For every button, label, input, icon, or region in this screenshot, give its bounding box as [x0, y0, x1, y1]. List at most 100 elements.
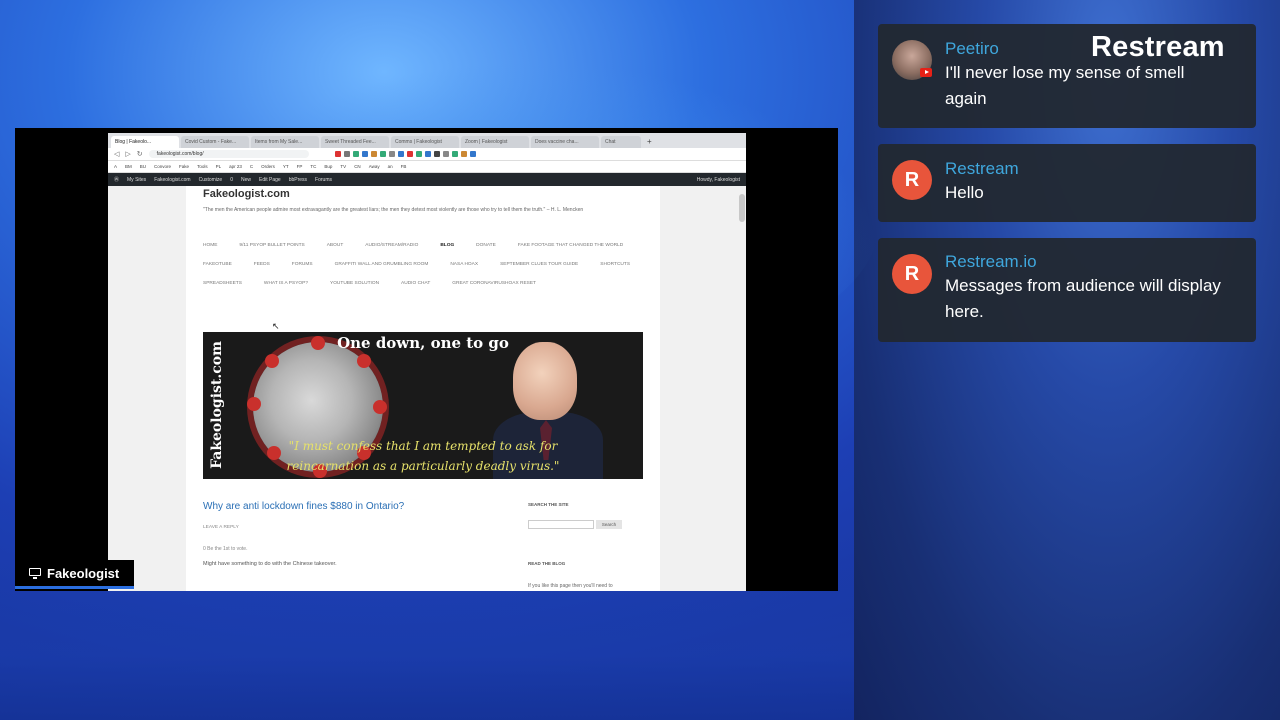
menu-item[interactable]: GREAT CORONAVIRUSHOAX RESET [452, 281, 536, 286]
extension-icon[interactable] [469, 151, 476, 157]
extension-icon[interactable] [433, 151, 440, 157]
extension-icon[interactable] [352, 151, 359, 157]
post-title-link[interactable]: Why are anti lockdown fines $880 in Onta… [203, 501, 404, 512]
browser-tab[interactable]: Items from My Sale... [251, 136, 319, 148]
browser-tab[interactable]: Comms | Fakeologist [391, 136, 459, 148]
wp-admin-item[interactable]: Edit Page [259, 177, 281, 183]
browser-tab[interactable]: Does vaccine cha... [531, 136, 599, 148]
menu-item[interactable]: YOUTUBE SOLUTION [330, 281, 379, 286]
extension-icon[interactable] [397, 151, 404, 157]
address-bar-row: ◁ ▷ ↻ fakeologist.com/blog/ [108, 148, 746, 161]
menu-item[interactable]: SEPTEMBER CLUES TOUR GUIDE [500, 262, 578, 267]
extension-icon[interactable] [334, 151, 341, 157]
sidebar-read-text: If you like this page then you'll need t… [528, 583, 613, 589]
extension-icon[interactable] [424, 151, 431, 157]
menu-item[interactable]: SHORTCUTS [600, 262, 630, 267]
bookmark[interactable]: TC [310, 164, 316, 169]
wp-logo-icon[interactable]: Ⓦ [114, 176, 119, 183]
extension-icon[interactable] [406, 151, 413, 157]
sidebar-search-input[interactable] [528, 520, 594, 529]
bookmark[interactable]: FP [297, 164, 303, 169]
bookmark[interactable]: A [114, 164, 117, 169]
reload-icon[interactable]: ↻ [137, 150, 143, 158]
bookmarks-bar: A BM BU Convore Fake Tools PL apr 23 C O… [108, 161, 746, 173]
extension-icon[interactable] [343, 151, 350, 157]
bookmark[interactable]: BU [140, 164, 146, 169]
menu-item[interactable]: GRAFFITI WALL AND GRUMBLING ROOM [335, 262, 429, 267]
menu-item[interactable]: HOME [203, 243, 217, 248]
menu-item[interactable]: NASA HOAX [450, 262, 478, 267]
extension-icon[interactable] [460, 151, 467, 157]
bookmark[interactable]: C [250, 164, 253, 169]
menu-item[interactable]: DONATE [476, 243, 496, 248]
post-rating[interactable]: 0 Be the 1st to vote. [203, 546, 247, 552]
wp-admin-item[interactable]: 0 [230, 177, 233, 183]
extension-icon[interactable] [442, 151, 449, 157]
scrollbar-thumb[interactable] [739, 194, 745, 222]
bookmark[interactable]: Bup [324, 164, 332, 169]
bookmark[interactable]: Convore [154, 164, 171, 169]
bookmark[interactable]: BM [125, 164, 132, 169]
menu-item-active[interactable]: BLOG [440, 243, 454, 248]
banner-brand: Fakeologist.com [209, 341, 225, 469]
bookmark[interactable]: FB [401, 164, 407, 169]
bookmark[interactable]: Orders [261, 164, 275, 169]
site-menu: HOME 9/11 PSYOP BULLET POINTS ABOUT AUDI… [203, 243, 643, 286]
menu-item[interactable]: ABOUT [327, 243, 344, 248]
menu-item[interactable]: AUDIO CHAT [401, 281, 430, 286]
virus-spike [373, 400, 387, 414]
leave-reply-link[interactable]: LEAVE A REPLY [203, 525, 239, 530]
post-banner-image[interactable]: Fakeologist.com One down, one to go "I m… [203, 332, 643, 479]
chat-message: R Restream Hello [878, 144, 1256, 222]
menu-item[interactable]: SPREADSHEETS [203, 281, 242, 286]
wp-admin-item[interactable]: New [241, 177, 251, 183]
extension-icon[interactable] [451, 151, 458, 157]
menu-item[interactable]: WHAT IS A PSYOP? [264, 281, 308, 286]
extensions [334, 151, 476, 157]
extension-icon[interactable] [379, 151, 386, 157]
forward-icon[interactable]: ▷ [125, 150, 130, 158]
chat-message: R Restream.io Messages from audience wil… [878, 238, 1256, 342]
portrait-head [513, 342, 577, 420]
page-scrollbar[interactable] [738, 186, 746, 591]
wp-admin-item[interactable]: Forums [315, 177, 332, 183]
bookmark[interactable]: Away [369, 164, 380, 169]
browser-tab[interactable]: Blog | Fakeolo... [111, 136, 179, 148]
chat-text: I'll never lose my sense of smell again [945, 63, 1185, 108]
browser-tab[interactable]: Chat [601, 136, 641, 148]
extension-icon[interactable] [388, 151, 395, 157]
browser-tab[interactable]: Sweet Threaded Fee... [321, 136, 389, 148]
new-tab-icon[interactable]: + [643, 136, 656, 148]
bookmark[interactable]: TV [340, 164, 346, 169]
wp-admin-item[interactable]: bbPress [289, 177, 307, 183]
sidebar-search-button[interactable]: Search [596, 520, 622, 529]
chat-author: Restream [945, 159, 1019, 178]
bookmark[interactable]: an [388, 164, 393, 169]
bookmark[interactable]: Fake [179, 164, 189, 169]
bookmark[interactable]: Tools [197, 164, 208, 169]
browser-tab[interactable]: Covid Custom - Fake... [181, 136, 249, 148]
extension-icon[interactable] [415, 151, 422, 157]
menu-item[interactable]: FEEDS [254, 262, 270, 267]
bookmark[interactable]: PL [216, 164, 222, 169]
bookmark[interactable]: CN [354, 164, 361, 169]
wp-admin-item[interactable]: Fakeologist.com [154, 177, 190, 183]
menu-item[interactable]: FORUMS [292, 262, 313, 267]
wp-howdy[interactable]: Howdy, Fakeologist [697, 177, 740, 183]
bookmark[interactable]: YT [283, 164, 289, 169]
menu-item[interactable]: AUDIO/STREAM/RADIO [365, 243, 418, 248]
extension-icon[interactable] [370, 151, 377, 157]
back-icon[interactable]: ◁ [114, 150, 119, 158]
wp-admin-item[interactable]: My Sites [127, 177, 146, 183]
site-title[interactable]: Fakeologist.com [203, 188, 290, 200]
url-field[interactable]: fakeologist.com/blog/ [148, 150, 309, 158]
post-excerpt: Might have something to do with the Chin… [203, 561, 337, 567]
bookmark[interactable]: apr 23 [229, 164, 242, 169]
extension-icon[interactable] [361, 151, 368, 157]
menu-item[interactable]: FAKE FOOTAGE THAT CHANGED THE WORLD [518, 243, 623, 248]
screen-share-label: Fakeologist [15, 560, 134, 589]
menu-item[interactable]: 9/11 PSYOP BULLET POINTS [239, 243, 304, 248]
browser-tab[interactable]: Zoom | Fakeologist [461, 136, 529, 148]
wp-admin-item[interactable]: Customize [199, 177, 223, 183]
menu-item[interactable]: FAKEOTUBE [203, 262, 232, 267]
